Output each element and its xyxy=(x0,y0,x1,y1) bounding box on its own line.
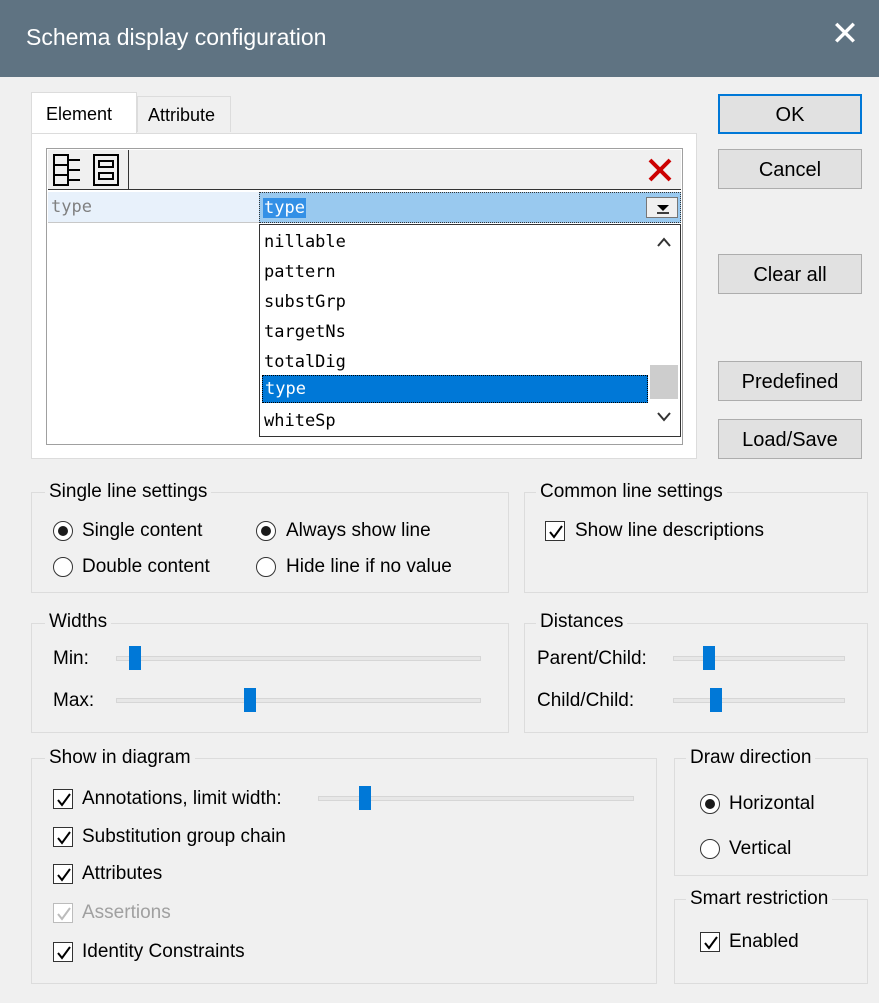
ok-button[interactable]: OK xyxy=(718,94,862,134)
min-label: Min: xyxy=(53,648,89,669)
single-content-label[interactable]: Single content xyxy=(82,520,202,542)
list-item[interactable]: nillable xyxy=(262,227,648,257)
max-width-slider-thumb[interactable] xyxy=(244,688,256,712)
list-item[interactable]: pattern xyxy=(262,257,648,287)
show-line-descriptions-label[interactable]: Show line descriptions xyxy=(575,520,764,542)
assertions-label: Assertions xyxy=(82,902,171,923)
smart-restriction-enabled-checkbox[interactable] xyxy=(700,932,720,952)
cancel-button[interactable]: Cancel xyxy=(718,149,862,189)
attributes-label[interactable]: Attributes xyxy=(82,863,162,885)
substitution-group-checkbox[interactable] xyxy=(53,827,73,847)
grid-toolbar xyxy=(48,150,681,190)
checkmark-icon xyxy=(57,946,71,960)
max-label: Max: xyxy=(53,690,95,711)
tab-element[interactable]: Element xyxy=(31,92,137,134)
distances-group xyxy=(524,623,868,733)
append-line-icon[interactable] xyxy=(90,153,124,187)
load-save-button[interactable]: Load/Save xyxy=(718,419,862,459)
draw-direction-title: Draw direction xyxy=(686,747,816,769)
tab-attribute-label: Attribute xyxy=(148,105,216,125)
row-label-cell[interactable]: type xyxy=(48,192,259,222)
list-item[interactable]: substGrp xyxy=(262,287,648,317)
horizontal-label[interactable]: Horizontal xyxy=(729,793,815,815)
substitution-group-label[interactable]: Substitution group chain xyxy=(82,826,286,848)
combo-value: type xyxy=(263,198,306,218)
show-in-diagram-title: Show in diagram xyxy=(45,747,195,769)
title-bar: Schema display configuration ✕ xyxy=(0,0,879,77)
hide-line-label[interactable]: Hide line if no value xyxy=(286,556,452,578)
checkmark-icon xyxy=(57,793,71,807)
chevron-up-icon[interactable] xyxy=(656,236,672,248)
list-item-selected[interactable]: type xyxy=(262,375,648,403)
list-item[interactable]: targetNs xyxy=(262,317,648,347)
double-content-radio[interactable] xyxy=(53,557,73,577)
vertical-radio[interactable] xyxy=(700,839,720,859)
attributes-checkbox[interactable] xyxy=(53,864,73,884)
toolbar-divider xyxy=(128,150,129,190)
parent-child-slider-thumb[interactable] xyxy=(703,646,715,670)
single-content-radio[interactable] xyxy=(53,521,73,541)
checkmark-icon xyxy=(57,831,71,845)
dropdown-scrollbar[interactable] xyxy=(648,225,680,436)
max-width-slider[interactable] xyxy=(116,698,481,703)
distances-title: Distances xyxy=(536,611,628,633)
chevron-down-icon xyxy=(657,205,669,214)
checkmark-icon xyxy=(549,525,563,539)
combo-dropdown-button[interactable] xyxy=(646,197,678,218)
type-combobox[interactable]: type xyxy=(259,192,681,223)
always-show-line-label[interactable]: Always show line xyxy=(286,520,431,542)
scrollbar-thumb[interactable] xyxy=(650,365,678,399)
child-child-slider[interactable] xyxy=(673,698,845,703)
child-child-label: Child/Child: xyxy=(537,690,635,711)
row-divider xyxy=(48,222,259,223)
window-title: Schema display configuration xyxy=(26,24,327,50)
common-line-settings-title: Common line settings xyxy=(536,481,727,503)
clear-all-button[interactable]: Clear all xyxy=(718,254,862,294)
tab-attribute[interactable]: Attribute xyxy=(137,96,231,132)
parent-child-slider[interactable] xyxy=(673,656,845,661)
identity-constraints-checkbox[interactable] xyxy=(53,942,73,962)
vertical-label[interactable]: Vertical xyxy=(729,838,791,860)
checkmark-icon xyxy=(57,868,71,882)
smart-restriction-title: Smart restriction xyxy=(686,888,833,910)
annotations-checkbox[interactable] xyxy=(53,789,73,809)
tab-element-label: Element xyxy=(46,104,113,124)
predefined-button[interactable]: Predefined xyxy=(718,361,862,401)
chevron-down-icon[interactable] xyxy=(656,410,672,422)
delete-icon[interactable] xyxy=(646,156,674,184)
checkmark-icon xyxy=(57,907,71,921)
child-child-slider-thumb[interactable] xyxy=(710,688,722,712)
insert-line-icon[interactable] xyxy=(52,153,86,187)
hide-line-radio[interactable] xyxy=(256,557,276,577)
smart-restriction-enabled-label[interactable]: Enabled xyxy=(729,931,799,953)
min-width-slider[interactable] xyxy=(116,656,481,661)
list-item[interactable]: whiteSp xyxy=(262,406,648,436)
widths-group xyxy=(31,623,509,733)
annotations-label[interactable]: Annotations, limit width: xyxy=(82,788,282,810)
single-line-settings-title: Single line settings xyxy=(45,481,212,503)
annotations-width-slider-thumb[interactable] xyxy=(359,786,371,810)
always-show-line-radio[interactable] xyxy=(256,521,276,541)
row-label: type xyxy=(51,197,92,217)
widths-title: Widths xyxy=(45,611,112,633)
checkmark-icon xyxy=(704,936,718,950)
common-line-settings-group xyxy=(524,492,868,593)
show-line-descriptions-checkbox[interactable] xyxy=(545,521,565,541)
assertions-checkbox xyxy=(53,903,73,923)
min-width-slider-thumb[interactable] xyxy=(129,646,141,670)
list-item[interactable]: totalDig xyxy=(262,347,648,377)
horizontal-radio[interactable] xyxy=(700,794,720,814)
parent-child-label: Parent/Child: xyxy=(537,648,647,669)
identity-constraints-label[interactable]: Identity Constraints xyxy=(82,941,245,963)
double-content-label[interactable]: Double content xyxy=(82,556,210,578)
close-icon[interactable]: ✕ xyxy=(825,14,865,54)
